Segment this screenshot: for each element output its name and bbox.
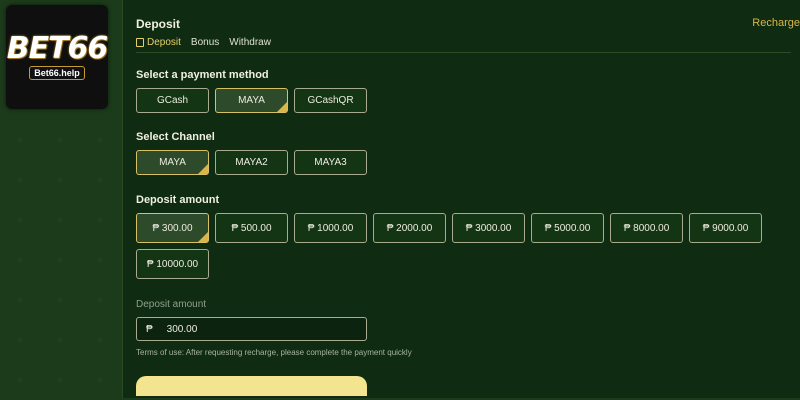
recharge-link[interactable]: Recharge bbox=[752, 17, 800, 29]
deposit-panel: Deposit Recharge Deposit Bonus Withdraw … bbox=[122, 0, 800, 398]
channel-label: Select Channel bbox=[136, 131, 215, 143]
payment-option-gcashqr[interactable]: GCashQR bbox=[294, 88, 367, 113]
amount-input-value: 300.00 bbox=[166, 323, 198, 335]
page-title: Deposit bbox=[136, 17, 181, 31]
deposit-amount-options: ₱ 300.00 ₱ 500.00 ₱ 1000.00 ₱ 2000.00 ₱ … bbox=[136, 213, 776, 279]
amount-option[interactable]: ₱ 500.00 bbox=[215, 213, 288, 243]
currency-symbol: ₱ bbox=[146, 323, 153, 335]
brand-logo[interactable]: BET66 Bet66.help bbox=[6, 5, 108, 109]
amount-option[interactable]: ₱ 300.00 bbox=[136, 213, 209, 243]
tab-label: Deposit bbox=[147, 37, 181, 48]
channel-option-maya3[interactable]: MAYA3 bbox=[294, 150, 367, 175]
logo-domain: Bet66.help bbox=[29, 66, 85, 80]
logo-wordmark: BET66 bbox=[6, 31, 109, 66]
deposit-amount-label: Deposit amount bbox=[136, 194, 220, 206]
amount-option[interactable]: ₱ 9000.00 bbox=[689, 213, 762, 243]
tab-label: Bonus bbox=[190, 37, 220, 48]
payment-method-options: GCash MAYA GCashQR bbox=[136, 88, 367, 113]
tab-bar: Deposit Bonus Withdraw bbox=[136, 37, 271, 48]
tab-divider bbox=[136, 52, 791, 53]
amount-option[interactable]: ₱ 1000.00 bbox=[294, 213, 367, 243]
payment-option-maya[interactable]: MAYA bbox=[215, 88, 288, 113]
amount-option[interactable]: ₱ 2000.00 bbox=[373, 213, 446, 243]
amount-input-label: Deposit amount bbox=[136, 299, 207, 310]
amount-option[interactable]: ₱ 3000.00 bbox=[452, 213, 525, 243]
amount-option[interactable]: ₱ 5000.00 bbox=[531, 213, 604, 243]
tab-label: Withdraw bbox=[229, 37, 271, 48]
terms-of-use: Terms of use: After requesting recharge,… bbox=[136, 348, 412, 357]
amount-option[interactable]: ₱ 8000.00 bbox=[610, 213, 683, 243]
amount-option[interactable]: ₱ 10000.00 bbox=[136, 249, 209, 279]
submit-button[interactable] bbox=[136, 376, 367, 396]
tab-deposit[interactable]: Deposit bbox=[136, 37, 181, 48]
channel-options: MAYA MAYA2 MAYA3 bbox=[136, 150, 367, 175]
tab-withdraw[interactable]: Withdraw bbox=[229, 37, 271, 48]
payment-option-gcash[interactable]: GCash bbox=[136, 88, 209, 113]
channel-option-maya2[interactable]: MAYA2 bbox=[215, 150, 288, 175]
wallet-icon bbox=[136, 38, 144, 47]
payment-method-label: Select a payment method bbox=[136, 69, 269, 81]
amount-input[interactable]: ₱ 300.00 bbox=[136, 317, 367, 341]
tab-bonus[interactable]: Bonus bbox=[191, 37, 219, 48]
channel-option-maya[interactable]: MAYA bbox=[136, 150, 209, 175]
